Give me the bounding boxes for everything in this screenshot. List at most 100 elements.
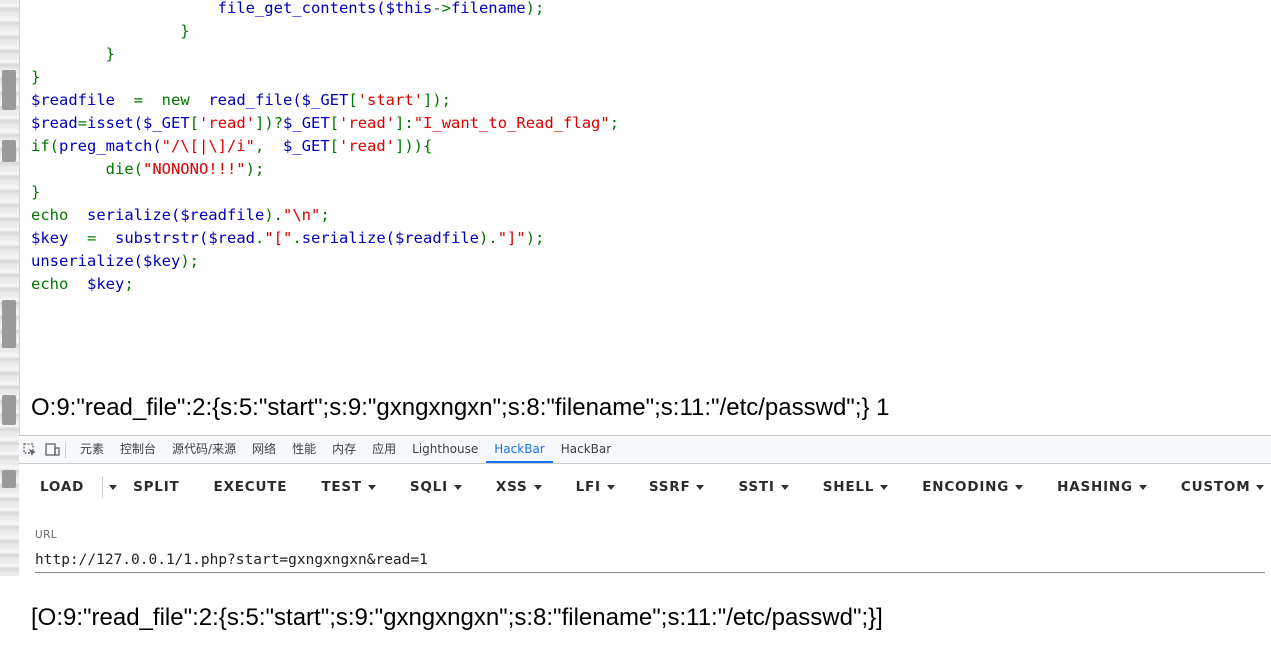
code-token: ; [124, 275, 134, 293]
code-token: file_get_contents( [31, 0, 386, 17]
code-token: isset( [87, 114, 144, 132]
code-token: ; [320, 206, 330, 224]
chevron-down-icon [780, 484, 789, 490]
encoding-button[interactable]: ENCODING [922, 479, 1024, 495]
custom-button[interactable]: CUSTOM [1181, 479, 1265, 495]
devtools-tab-9[interactable]: HackBar [553, 436, 619, 463]
code-token: . [255, 229, 265, 247]
code-token: } [31, 68, 41, 86]
code-token: "]" [497, 229, 526, 247]
code-token: = [115, 91, 162, 109]
code-line: echo serialize($readfile)."\n"; [31, 204, 1261, 227]
button-label: LOAD [40, 479, 85, 495]
devtools-tab-3[interactable]: 网络 [244, 436, 284, 463]
code-token: $read [31, 114, 78, 132]
code-line: unserialize($key); [31, 250, 1261, 273]
code-token: new [161, 91, 190, 109]
code-token: [ [348, 91, 358, 109]
code-line: die("NONONO!!!"); [31, 158, 1261, 181]
test-button[interactable]: TEST [321, 479, 376, 495]
output-line-1: O:9:"read_file":2:{s:5:"start";s:9:"gxng… [31, 394, 890, 421]
ssrf-button[interactable]: SSRF [649, 479, 705, 495]
url-input[interactable] [35, 548, 1265, 573]
inspect-element-icon[interactable] [19, 436, 41, 463]
code-token: = [77, 114, 88, 132]
code-line: } [31, 20, 1261, 43]
hashing-button[interactable]: HASHING [1057, 479, 1147, 495]
code-token: $_GET [282, 137, 330, 155]
xss-button[interactable]: XSS [496, 479, 542, 495]
code-token: $readfile [31, 91, 115, 109]
devtools-tab-2[interactable]: 源代码/来源 [164, 436, 244, 463]
button-label: SSTI [738, 479, 775, 495]
code-token: echo [31, 206, 69, 224]
code-token: "I_want_to_Read_flag" [413, 114, 610, 132]
button-label: EXECUTE [213, 479, 288, 495]
code-token: $key [87, 275, 125, 293]
code-token: ]); [423, 91, 451, 109]
code-token: echo [31, 275, 69, 293]
code-token: "[" [264, 229, 293, 247]
button-label: SPLIT [133, 479, 180, 495]
lfi-button[interactable]: LFI [576, 479, 615, 495]
code-token: die( [31, 160, 143, 178]
php-source-code: file_get_contents($this->filename); } }}… [31, 0, 1261, 296]
code-token: preg_match( [59, 137, 162, 155]
code-token: serialize( [301, 229, 396, 247]
device-toolbar-icon[interactable] [41, 436, 63, 463]
code-token: ); [245, 160, 265, 178]
shell-button[interactable]: SHELL [823, 479, 889, 495]
devtools-tab-1[interactable]: 控制台 [112, 436, 164, 463]
chevron-down-icon [533, 484, 542, 490]
code-token: [ [329, 137, 339, 155]
code-line: $readfile = new read_file($_GET['start']… [31, 89, 1261, 112]
code-token: 'start' [357, 91, 423, 109]
code-line: } [31, 43, 1261, 66]
devtools-tab-8[interactable]: HackBar [486, 436, 553, 463]
code-token: substrstr( [115, 229, 209, 247]
code-token: serialize( [68, 206, 181, 224]
code-token: } [31, 45, 115, 63]
code-token: ])? [255, 114, 284, 132]
devtools-tab-6[interactable]: 应用 [364, 436, 404, 463]
code-token: 'read' [199, 114, 256, 132]
button-label: SSRF [648, 479, 691, 495]
ssti-button[interactable]: SSTI [738, 479, 789, 495]
chevron-down-icon[interactable] [109, 484, 118, 490]
chevron-down-icon [367, 484, 376, 490]
code-token: $readfile [180, 206, 265, 224]
code-token: $key [31, 229, 69, 247]
load-button[interactable]: LOAD [40, 479, 84, 495]
code-line: if(preg_match("/\[|\]/i", $_GET['read'])… [31, 135, 1261, 158]
chevron-down-icon [606, 484, 615, 490]
devtools-tab-bar: 元素 控制台 源代码/来源 网络 性能 内存 应用 Lighthouse HackBar Hack… [19, 436, 1271, 464]
chevron-down-icon [880, 484, 889, 490]
code-line: } [31, 181, 1261, 204]
devtools-tab-4[interactable]: 性能 [284, 436, 324, 463]
hackbar-toolbar: LOAD SPLIT EXECUTE TEST SQLI XSS LFI SSRF SSTI SH… [19, 472, 1271, 502]
code-token: "NONONO!!!" [142, 160, 246, 178]
sqli-button[interactable]: SQLI [410, 479, 462, 495]
execute-button[interactable]: EXECUTE [214, 479, 288, 495]
code-line: echo $key; [31, 273, 1261, 296]
code-token: read_file( [189, 91, 302, 109]
devtools-tab-0[interactable]: 元素 [72, 436, 112, 463]
button-label: HASHING [1057, 479, 1133, 495]
devtools-tab-7[interactable]: Lighthouse [404, 436, 486, 463]
tab-separator [65, 441, 66, 458]
code-line: file_get_contents($this->filename); [31, 0, 1261, 20]
split-button[interactable]: SPLIT [133, 479, 179, 495]
code-token: ); [525, 229, 545, 247]
code-token: ; [609, 114, 620, 132]
code-token: [ [189, 114, 200, 132]
code-token: $readfile [395, 229, 480, 247]
button-label: ENCODING [922, 479, 1010, 495]
code-token: } [31, 183, 41, 201]
code-token: [ [329, 114, 340, 132]
chevron-down-icon [453, 484, 462, 490]
button-label: SQLI [409, 479, 448, 495]
code-token: ]: [395, 114, 414, 132]
devtools-tab-5[interactable]: 内存 [324, 436, 364, 463]
code-line: } [31, 66, 1261, 89]
